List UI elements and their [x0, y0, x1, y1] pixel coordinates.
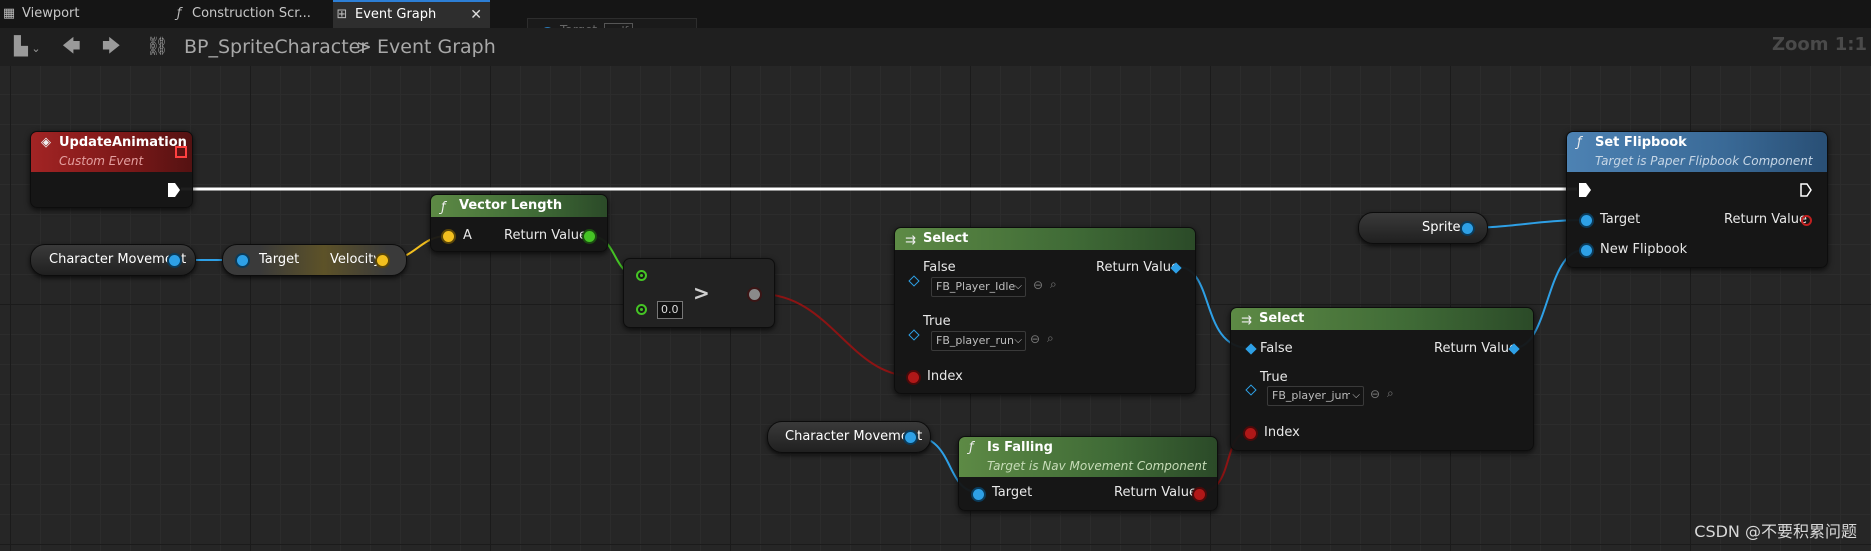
variable-label: Character Movement	[785, 429, 923, 444]
node-title: Set Flipbook	[1595, 135, 1687, 150]
true-value-dropdown[interactable]: FB_player_run ⌵	[931, 331, 1026, 351]
return-label: Return Value	[504, 228, 587, 243]
target-pin[interactable]	[1581, 215, 1592, 226]
chevron-down-icon: ⌵	[1014, 335, 1022, 346]
function-icon: ƒ	[1577, 135, 1582, 150]
a-pin[interactable]	[443, 231, 454, 242]
browse-search-icon[interactable]: ⌕	[1047, 331, 1054, 346]
browse-search-icon[interactable]: ⌕	[1050, 277, 1057, 292]
function-icon: ƒ	[441, 200, 446, 215]
return-label: Return Value	[1096, 260, 1179, 275]
node-header: ⇉ Select	[1231, 308, 1533, 330]
velocity-pin[interactable]	[377, 255, 388, 266]
index-pin[interactable]	[908, 372, 919, 383]
target-label: Target	[1600, 212, 1641, 227]
output-pin[interactable]	[169, 255, 180, 266]
use-selected-icon[interactable]: ⊖	[1370, 387, 1380, 401]
update-animation-node[interactable]: ◈ UpdateAnimation Custom Event	[30, 131, 193, 208]
new-flipbook-label: New Flipbook	[1600, 242, 1688, 257]
false-pin[interactable]	[1245, 343, 1257, 355]
node-title: Select	[1259, 311, 1305, 326]
character-movement-getter-2[interactable]: Character Movement	[767, 421, 931, 453]
a-label: A	[463, 228, 472, 243]
vector-length-node[interactable]: ƒ Vector Length A Return Value	[430, 194, 608, 252]
greater-than-node[interactable]: 0.0 >	[623, 258, 775, 328]
bool-wire-1	[759, 293, 913, 377]
event-diamond-icon: ◈	[41, 135, 51, 150]
exec-out-pin[interactable]	[1800, 183, 1812, 197]
output-pin[interactable]	[905, 432, 916, 443]
velocity-getter[interactable]: Target Velocity	[222, 244, 407, 276]
variable-label: Character Movement	[49, 252, 187, 267]
index-label: Index	[927, 369, 963, 384]
watermark: CSDN @不要积累问题	[1694, 522, 1857, 541]
return-pin[interactable]	[1801, 215, 1812, 226]
use-selected-icon[interactable]: ⊖	[1030, 332, 1040, 346]
bool-output-pin[interactable]	[749, 289, 760, 300]
node-title: Is Falling	[987, 440, 1053, 455]
node-header: ƒ Set Flipbook Target is Paper Flipbook …	[1567, 132, 1827, 172]
return-label: Return Value	[1114, 485, 1197, 500]
output-pin[interactable]	[1462, 223, 1473, 234]
variable-label: Sprite	[1422, 220, 1461, 235]
node-subtitle: Custom Event	[59, 154, 144, 168]
select-node-1[interactable]: ⇉ Select False Return Value FB_Player_Id…	[894, 227, 1196, 394]
chevron-down-icon: ⌵	[1014, 281, 1022, 292]
true-label: True	[923, 314, 951, 329]
b-input-pin[interactable]	[636, 304, 647, 315]
character-movement-getter[interactable]: Character Movement	[30, 244, 196, 276]
velocity-label: Velocity	[330, 252, 381, 267]
node-subtitle: Target is Nav Movement Component	[987, 459, 1207, 473]
exec-in-pin[interactable]	[1579, 183, 1591, 197]
select-icon: ⇉	[1241, 313, 1252, 328]
true-pin[interactable]	[1245, 384, 1257, 396]
index-label: Index	[1264, 425, 1300, 440]
target-label: Target	[992, 485, 1033, 500]
a-input-pin[interactable]	[636, 270, 647, 281]
set-flipbook-node[interactable]: ƒ Set Flipbook Target is Paper Flipbook …	[1566, 131, 1828, 268]
exec-out-pin[interactable]	[168, 183, 180, 197]
node-header: ƒ Is Falling Target is Nav Movement Comp…	[959, 437, 1217, 477]
b-value-field[interactable]: 0.0	[657, 301, 683, 319]
node-title: Select	[923, 231, 969, 246]
node-subtitle: Target is Paper Flipbook Component	[1595, 154, 1813, 168]
select-node-2[interactable]: ⇉ Select False Return Value True FB_play…	[1230, 307, 1534, 451]
node-header: ⇉ Select	[895, 228, 1195, 250]
true-pin[interactable]	[908, 329, 920, 341]
operator-label: >	[693, 281, 710, 305]
index-pin[interactable]	[1245, 428, 1256, 439]
node-header: ƒ Vector Length	[431, 195, 607, 217]
node-title: Vector Length	[459, 198, 563, 213]
browse-search-icon[interactable]: ⌕	[1387, 386, 1394, 401]
sprite-getter[interactable]: Sprite	[1358, 212, 1488, 244]
new-flipbook-pin[interactable]	[1581, 245, 1592, 256]
return-pin[interactable]	[1194, 489, 1205, 500]
return-pin[interactable]	[584, 231, 595, 242]
false-pin[interactable]	[908, 275, 920, 287]
target-label: Target	[259, 252, 300, 267]
false-value-dropdown[interactable]: FB_Player_Idle ⌵	[931, 277, 1026, 297]
dropdown-value: FB_Player_Idle	[936, 280, 1016, 293]
return-label: Return Value	[1434, 341, 1517, 356]
false-label: False	[923, 260, 956, 275]
target-pin[interactable]	[973, 489, 984, 500]
node-title: UpdateAnimation	[59, 135, 187, 150]
delegate-pin[interactable]	[175, 146, 187, 158]
function-icon: ƒ	[969, 440, 974, 455]
true-value-dropdown[interactable]: FB_player_jump ⌵	[1267, 386, 1364, 406]
return-label: Return Value	[1724, 212, 1807, 227]
chevron-down-icon: ⌵	[1350, 387, 1360, 405]
select-icon: ⇉	[905, 233, 916, 248]
dropdown-value: FB_player_jump	[1272, 389, 1360, 402]
true-label: True	[1260, 370, 1288, 385]
use-selected-icon[interactable]: ⊖	[1033, 278, 1043, 292]
dropdown-value: FB_player_run	[936, 334, 1014, 347]
false-label: False	[1260, 341, 1293, 356]
is-falling-node[interactable]: ƒ Is Falling Target is Nav Movement Comp…	[958, 436, 1218, 511]
target-pin[interactable]	[237, 255, 248, 266]
node-header: ◈ UpdateAnimation Custom Event	[31, 132, 192, 172]
